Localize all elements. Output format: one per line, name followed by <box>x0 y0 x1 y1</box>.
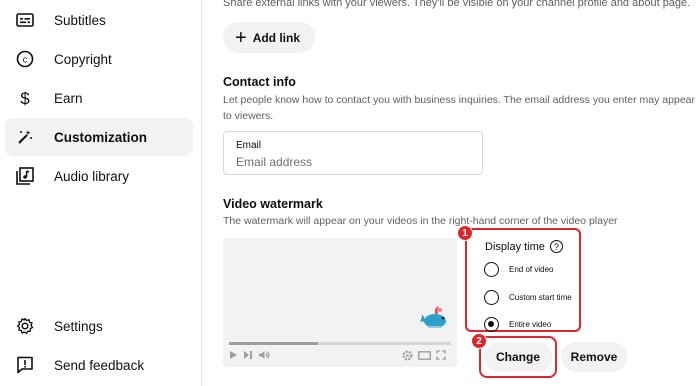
settings-icon[interactable] <box>402 350 413 361</box>
next-icon[interactable] <box>243 350 253 360</box>
svg-text:c: c <box>23 55 28 65</box>
svg-text:$: $ <box>20 89 30 107</box>
links-description: Share external links with your viewers. … <box>223 0 691 9</box>
sidebar-item-label: Audio library <box>54 168 130 184</box>
watermark-image <box>419 304 449 335</box>
dollar-icon: $ <box>15 88 35 108</box>
step-badge-2: 2 <box>471 333 487 349</box>
main-content: Share external links with your viewers. … <box>203 0 700 386</box>
display-time-text: Display time <box>485 240 545 253</box>
email-field[interactable]: Email <box>223 131 483 175</box>
sidebar-item-label: Customization <box>54 129 147 145</box>
sidebar-item-subtitles[interactable]: Subtitles <box>5 1 193 39</box>
contact-info-title: Contact info <box>223 75 296 89</box>
sidebar-item-copyright[interactable]: c Copyright <box>5 40 193 78</box>
display-time-label: Display time ? <box>485 240 563 253</box>
sidebar-item-label: Earn <box>54 90 83 106</box>
video-preview <box>223 238 457 367</box>
copyright-icon: c <box>15 49 35 69</box>
radio-label: Custom start time <box>509 293 572 302</box>
sidebar: Subtitles c Copyright $ Earn Customizati… <box>0 0 202 386</box>
fullscreen-icon[interactable] <box>436 350 446 360</box>
sidebar-item-audio-library[interactable]: Audio library <box>5 157 193 195</box>
video-progress-bar[interactable] <box>229 342 451 345</box>
radio-custom-start-time[interactable]: Custom start time <box>484 290 572 305</box>
radio-button[interactable] <box>484 290 499 305</box>
player-controls <box>229 348 451 362</box>
plus-icon: + <box>235 26 247 49</box>
radio-entire-video[interactable]: Entire video <box>484 317 551 332</box>
video-progress-fill <box>229 342 318 345</box>
video-watermark-title: Video watermark <box>223 197 323 211</box>
radio-end-of-video[interactable]: End of video <box>484 262 553 277</box>
email-label: Email <box>236 140 262 151</box>
volume-icon[interactable] <box>258 350 270 360</box>
contact-info-description: Let people know how to contact you with … <box>223 92 700 124</box>
sidebar-item-send-feedback[interactable]: Send feedback <box>5 346 193 384</box>
theater-mode-icon[interactable] <box>418 350 431 360</box>
contact-info-description-line: to viewers. <box>223 110 274 122</box>
contact-info-description-line: Let people know how to contact you with … <box>223 94 695 106</box>
sidebar-item-earn[interactable]: $ Earn <box>5 79 193 117</box>
audio-library-icon <box>15 166 35 186</box>
change-button[interactable]: Change <box>484 342 552 372</box>
sidebar-item-settings[interactable]: Settings <box>5 307 193 345</box>
radio-button[interactable] <box>484 317 499 332</box>
sidebar-item-label: Copyright <box>54 51 112 67</box>
subtitles-icon <box>15 10 35 30</box>
gear-icon <box>15 316 35 336</box>
add-link-label: Add link <box>252 30 301 45</box>
magic-wand-icon <box>15 127 35 147</box>
radio-button[interactable] <box>484 262 499 277</box>
radio-label: Entire video <box>509 320 552 329</box>
sidebar-item-label: Send feedback <box>54 357 145 373</box>
email-input[interactable] <box>236 155 466 169</box>
remove-button[interactable]: Remove <box>561 342 627 372</box>
sidebar-item-label: Settings <box>54 318 103 334</box>
sidebar-item-label: Subtitles <box>54 12 106 28</box>
help-icon[interactable]: ? <box>549 240 563 253</box>
sidebar-item-customization[interactable]: Customization <box>5 118 193 156</box>
display-time-panel: Display time ? End of video Custom start… <box>465 228 581 332</box>
add-link-button[interactable]: + Add link <box>223 22 316 53</box>
feedback-icon <box>15 355 35 375</box>
play-icon[interactable] <box>229 350 238 360</box>
radio-label: End of video <box>509 265 554 274</box>
step-badge-1: 1 <box>457 225 473 241</box>
